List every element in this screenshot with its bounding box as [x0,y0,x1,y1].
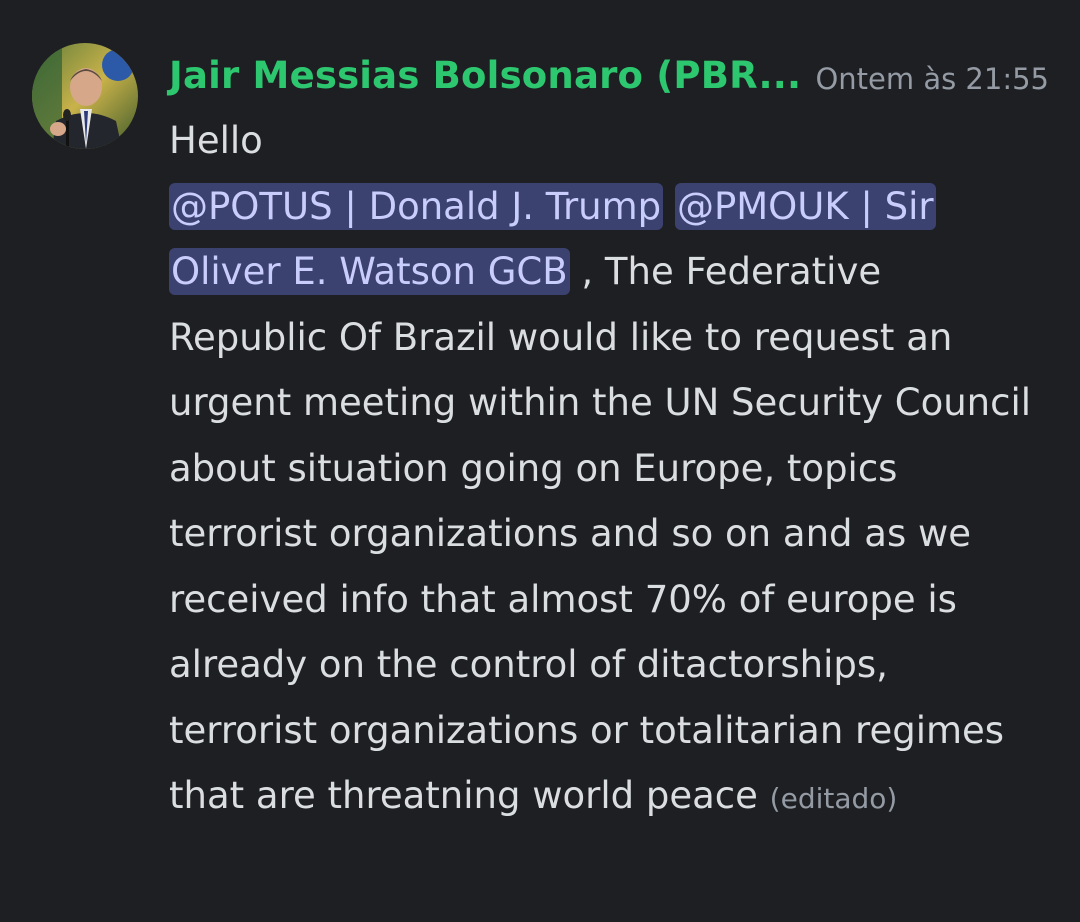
message-content: Hello @POTUS | Donald J. Trump @PMOUK | … [169,108,1041,832]
mention-potus[interactable]: @POTUS | Donald J. Trump [169,182,664,230]
message-body-text: , The Federative Republic Of Brazil woul… [169,250,1032,817]
message-timestamp[interactable]: Ontem às 21:55 [815,62,1049,96]
mention-separator [663,185,675,228]
greeting-text: Hello [169,119,263,162]
author-avatar[interactable] [32,43,138,149]
author-username[interactable]: Jair Messias Bolsonaro (PBR... [169,54,801,97]
avatar-photo-icon [32,43,138,149]
chat-message: Jair Messias Bolsonaro (PBR... Ontem às … [0,0,1080,922]
edited-label[interactable]: (editado) [770,782,898,815]
message-header: Jair Messias Bolsonaro (PBR... Ontem às … [169,50,1049,110]
